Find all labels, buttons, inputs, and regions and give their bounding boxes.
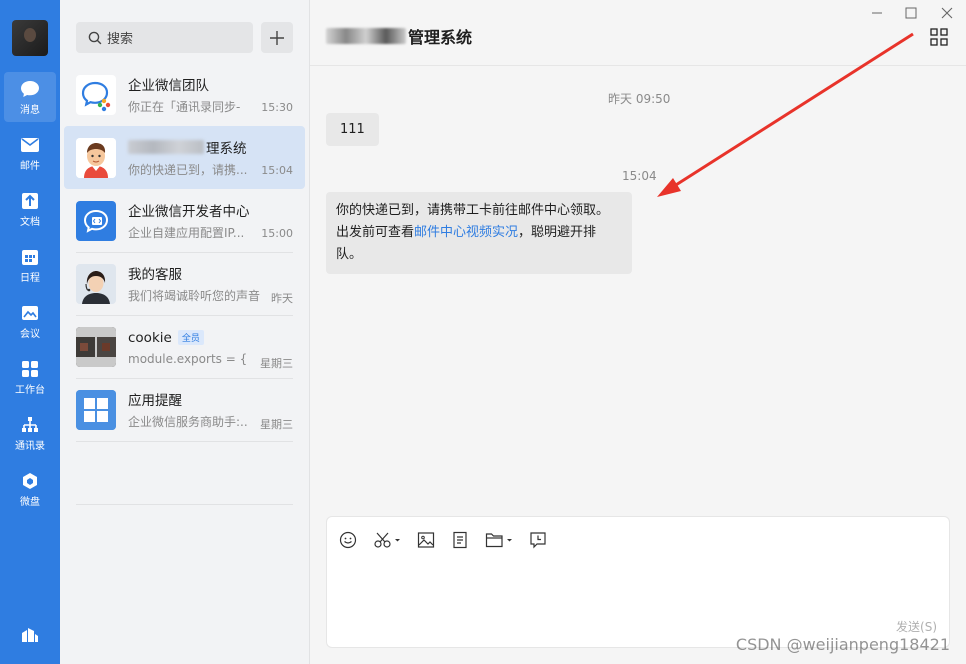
conversation-item[interactable]: 应用提醒 企业微信服务商助手:... 星期三 [64,378,305,441]
app-rail: 消息 邮件 文档 日程 会议 工作台 通讯录 微盘 [0,0,60,664]
chat-info-icon[interactable] [930,28,950,48]
rail-label: 邮件 [20,160,40,172]
minimize-icon[interactable] [868,4,886,22]
mail-icon [20,135,40,155]
conversation-name-text: cookie [128,329,172,346]
group-avatar [76,326,116,367]
add-button[interactable] [261,22,293,53]
conversation-preview: 我们将竭诚聆听您的声音 [128,289,261,303]
chat-header: 管理系统 [310,0,966,66]
wecom-team-avatar [76,74,116,115]
rail-label: 通讯录 [15,440,45,452]
rail-label: 工作台 [15,384,45,396]
conversation-time: 星期三 [260,418,293,431]
video-link[interactable]: 邮件中心视频实况 [414,225,518,240]
conversation-name: cookie 全员 [128,328,293,348]
rail-item-workbench[interactable]: 工作台 [4,352,56,402]
customer-service-avatar [76,263,116,304]
rail-item-drive[interactable]: 微盘 [4,464,56,514]
rail-item-docs[interactable]: 文档 [4,184,56,234]
message-timestamp: 15:04 [622,169,657,183]
maximize-icon[interactable] [902,4,920,22]
chat-title-text: 管理系统 [408,28,473,47]
redacted-text [326,28,406,44]
rail-item-mail[interactable]: 邮件 [4,128,56,178]
message-line: 出发前可查看邮件中心视频实况，聪明避开排队。 [336,222,622,266]
redacted-text [128,140,204,154]
conversation-time: 15:04 [261,164,293,177]
send-button[interactable]: 发送(S) [896,618,937,635]
image-icon[interactable] [415,529,437,551]
screenshot-icon[interactable] [371,529,405,551]
message-line: 你的快递已到，请携带工卡前往邮件中心领取。 [336,203,610,218]
rail-item-messages[interactable]: 消息 [4,72,56,122]
plus-icon [270,30,284,45]
conversation-name: 应用提醒 [128,393,182,409]
close-icon[interactable] [938,4,956,22]
file-icon[interactable] [449,529,471,551]
app-reminder-avatar [76,389,116,430]
conversation-list: 搜索 企业微信团队 你正在「通讯录同步- 15:30 理系统 你的快递已到，请携… [60,0,310,664]
rail-item-calendar[interactable]: 日程 [4,240,56,290]
conversation-name: 我的客服 [128,267,182,283]
chat-panel: 管理系统 昨天 09:50 111 15:04 你的快递已到，请携带工卡前往邮件… [310,0,966,664]
document-icon [20,191,40,211]
calendar-icon [20,247,40,267]
conversation-item-active[interactable]: 理系统 你的快递已到，请携... 15:04 [64,126,305,189]
user-avatar[interactable] [12,20,48,56]
conversation-preview: 你的快递已到，请携... [128,163,248,177]
conversation-preview: 你正在「通讯录同步- [128,100,241,114]
search-box[interactable]: 搜索 [76,22,253,53]
rail-label: 微盘 [20,496,40,508]
dev-center-avatar [76,200,116,241]
drive-icon [20,471,40,491]
list-divider [76,504,293,505]
chat-bubble-icon [20,79,40,99]
conversation-item[interactable]: 我的客服 我们将竭诚聆听您的声音 昨天 [64,252,305,315]
all-members-badge: 全员 [177,330,204,345]
contacts-icon [20,415,40,435]
search-placeholder: 搜索 [107,32,134,47]
more-icon[interactable] [20,624,40,644]
chat-title: 管理系统 [326,24,472,48]
rail-item-meeting[interactable]: 会议 [4,296,56,346]
cartoon-avatar [76,137,116,178]
rail-label: 日程 [20,272,40,284]
message-text: 出发前可查看 [336,225,415,240]
conversation-name: 企业微信开发者中心 [128,204,250,220]
conversation-time: 星期三 [260,356,293,370]
conversation-name: 理系统 [128,137,293,157]
workbench-icon [20,359,40,379]
rail-label: 文档 [20,216,40,228]
csdn-watermark: CSDN @weijianpeng18421 [735,635,950,654]
conversation-name-text: 理系统 [206,141,247,157]
conversation-item[interactable]: cookie 全员 module.exports = { 星期三 [64,315,305,378]
conversation-time: 昨天 [271,292,293,305]
rail-label: 消息 [20,104,40,116]
conversation-preview: 企业自建应用配置IP... [128,226,245,240]
conversation-preview: 企业微信服务商助手:... [128,415,248,429]
conversation-preview: module.exports = { [128,351,248,366]
message-composer[interactable]: 发送(S) [326,516,950,648]
schedule-message-icon[interactable] [527,529,549,551]
search-icon [88,31,102,44]
conversation-item[interactable]: 企业微信团队 你正在「通讯录同步- 15:30 [64,63,305,126]
rail-label: 会议 [20,328,40,340]
conversation-time: 15:30 [261,101,293,114]
emoji-icon[interactable] [337,529,359,551]
conversation-item[interactable]: 企业微信开发者中心 企业自建应用配置IP... 15:00 [64,189,305,252]
message-timestamp: 昨天 09:50 [608,92,671,106]
meeting-icon [20,303,40,323]
folder-icon[interactable] [483,529,517,551]
conversation-time: 15:00 [261,227,293,240]
message-bubble[interactable]: 111 [326,113,379,146]
conversation-name: 企业微信团队 [128,78,209,94]
list-divider [76,441,293,442]
message-bubble[interactable]: 你的快递已到，请携带工卡前往邮件中心领取。 出发前可查看邮件中心视频实况，聪明避… [326,192,632,274]
rail-item-contacts[interactable]: 通讯录 [4,408,56,458]
